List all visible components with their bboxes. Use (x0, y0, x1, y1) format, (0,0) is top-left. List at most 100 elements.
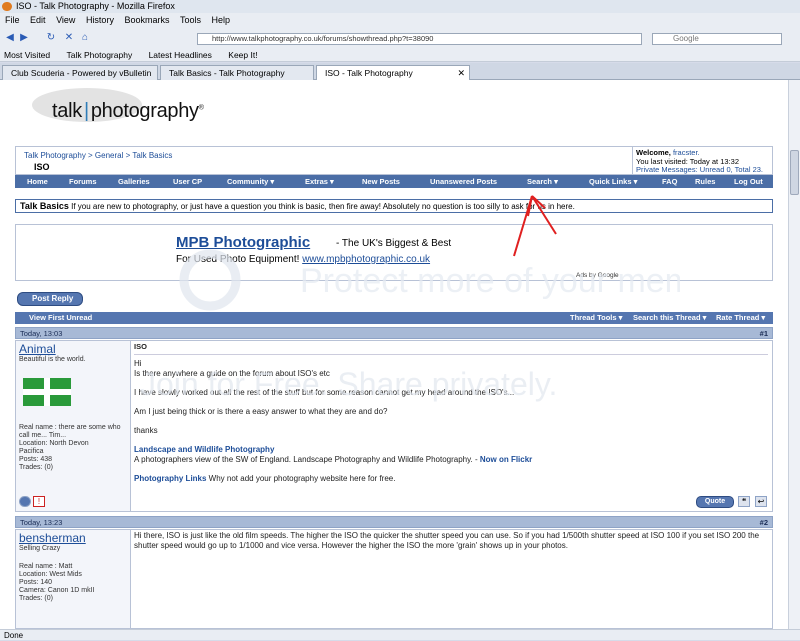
nav-home[interactable]: Home (27, 175, 48, 188)
menu-edit[interactable]: Edit (30, 15, 46, 25)
nav-community[interactable]: Community ▾ (227, 175, 274, 188)
menu-bookmarks[interactable]: Bookmarks (124, 15, 169, 25)
multiquote-icon[interactable]: ❝ (738, 496, 750, 507)
tab-iso[interactable]: ISO - Talk Photography ✕ (316, 65, 470, 80)
post-reply-button[interactable]: Post Reply (17, 292, 83, 306)
breadcrumb[interactable]: Talk Photography > General > Talk Basics (24, 151, 172, 160)
post-number[interactable]: #1 (760, 328, 768, 340)
ad-banner[interactable]: MPB Photographic - The UK's Biggest & Be… (15, 224, 773, 281)
welcome-box: Welcome, fracster. You last visited: Tod… (633, 146, 773, 175)
stop-icon[interactable]: ✕ (63, 32, 75, 44)
site-logo[interactable]: talk | photography® (52, 100, 204, 123)
user-info-pane: bensherman Selling Crazy Real name : Mat… (16, 530, 131, 628)
report-post-icon[interactable]: ! (33, 496, 45, 507)
flickr-link[interactable]: Now on Flickr (480, 455, 532, 464)
menu-tools[interactable]: Tools (180, 15, 201, 25)
tab-label: Club Scuderia - Powered by vBulletin (11, 68, 152, 78)
reload-icon[interactable]: ↻ (45, 32, 57, 44)
user-posts: Posts: 140 (19, 579, 53, 586)
post-date: Today, 13:03 (20, 329, 63, 338)
search-input[interactable]: Google (652, 33, 782, 45)
ad-title[interactable]: MPB Photographic (176, 234, 310, 251)
post: Animal Beautiful is the world. Real name… (15, 340, 773, 512)
home-icon[interactable]: ⌂ (79, 32, 91, 44)
bookmark-talk-photography[interactable]: Talk Photography (67, 50, 133, 60)
nav-log-out[interactable]: Log Out (734, 175, 763, 188)
thread-tools-menu[interactable]: Thread Tools ▾ (570, 312, 622, 324)
nav-search[interactable]: Search ▾ (527, 175, 558, 188)
logo-text-photography: photography (90, 100, 199, 122)
forum-description-text: If you are new to photography, or just h… (71, 202, 575, 211)
post-title: ISO (134, 342, 768, 355)
signature-title[interactable]: Landscape and Wildlife Photography (134, 445, 768, 455)
bookmark-latest-headlines[interactable]: Latest Headlines (149, 50, 212, 60)
ad-url-link[interactable]: www.mpbphotographic.co.uk (302, 254, 430, 265)
user-online-icon[interactable] (19, 496, 31, 507)
quick-reply-icon[interactable]: ↩ (755, 496, 767, 507)
post-author[interactable]: bensherman (19, 531, 127, 545)
nav-galleries[interactable]: Galleries (118, 175, 150, 188)
post-line: thanks (134, 426, 158, 435)
post-author[interactable]: Animal (19, 342, 127, 356)
nav-unanswered-posts[interactable]: Unanswered Posts (430, 175, 497, 188)
ad-line2-text: For Used Photo Equipment! (176, 254, 303, 265)
status-text: Done (4, 631, 24, 640)
close-tab-icon[interactable]: ✕ (457, 66, 465, 80)
post-line: Is there anywhere a guide on the forum a… (134, 369, 330, 378)
back-icon[interactable]: ◀ (4, 32, 16, 44)
forum-name: Talk Basics (20, 201, 69, 211)
menu-history[interactable]: History (86, 15, 114, 25)
user-trades: Trades: (0) (19, 595, 53, 602)
window-titlebar: ISO - Talk Photography - Mozilla Firefox (0, 0, 800, 13)
tab-talk-basics[interactable]: Talk Basics - Talk Photography (160, 65, 314, 80)
nav-new-posts[interactable]: New Posts (362, 175, 400, 188)
forum-description: Talk Basics If you are new to photograph… (15, 199, 773, 213)
post-reply-label: Post Reply (32, 294, 74, 303)
tab-club-scuderia[interactable]: Club Scuderia - Powered by vBulletin (2, 65, 158, 80)
post-header: Today, 13:03 #1 (15, 327, 773, 339)
menu-help[interactable]: Help (212, 15, 231, 25)
url-bar[interactable]: http://www.talkphotography.co.uk/forums/… (197, 33, 642, 45)
bookmarks-toolbar: Most Visited Talk Photography Latest Hea… (0, 48, 800, 62)
user-title: Beautiful is the world. (19, 356, 86, 363)
ads-by-google[interactable]: Ads by Google (576, 272, 619, 279)
tab-label: Talk Basics - Talk Photography (169, 68, 285, 78)
nav-user-cp[interactable]: User CP (173, 175, 202, 188)
rate-thread-menu[interactable]: Rate Thread ▾ (716, 312, 765, 324)
ad-title-text[interactable]: MPB Photographic (176, 234, 310, 251)
firefox-icon (2, 2, 12, 11)
avatar (23, 378, 71, 406)
bookmark-keep-it[interactable]: Keep It! (228, 50, 257, 60)
nav-quick-links[interactable]: Quick Links ▾ (589, 175, 637, 188)
tab-strip: Club Scuderia - Powered by vBulletin Tal… (0, 63, 800, 80)
signature-text-body: A photographers view of the SW of Englan… (134, 455, 480, 464)
nav-faq[interactable]: FAQ (662, 175, 677, 188)
search-thread-menu[interactable]: Search this Thread ▾ (633, 312, 706, 324)
post-date: Today, 13:23 (20, 518, 63, 527)
menu-view[interactable]: View (56, 15, 75, 25)
post-number[interactable]: #2 (760, 517, 768, 529)
user-real-name: Real name : Matt (19, 563, 73, 570)
signature-links: Photography Links Why not add your photo… (134, 474, 768, 484)
menu-bar: File Edit View History Bookmarks Tools H… (0, 13, 800, 28)
ad-tagline: - The UK's Biggest & Best (336, 238, 452, 249)
post-line: Am I just being thick or is there a easy… (134, 407, 388, 416)
photography-links-link[interactable]: Photography Links (134, 474, 206, 483)
breadcrumb-box: Talk Photography > General > Talk Basics… (15, 146, 633, 175)
private-messages-link[interactable]: Private Messages: Unread 0, Total 23. (636, 165, 763, 174)
forward-icon[interactable]: ▶ (18, 32, 30, 44)
logo-mark: ® (198, 104, 204, 112)
quote-label: Quote (704, 498, 726, 505)
scrollbar-thumb[interactable] (790, 150, 799, 195)
bookmark-most-visited[interactable]: Most Visited (4, 50, 50, 60)
nav-forums[interactable]: Forums (69, 175, 97, 188)
user-location: Location: West Mids (19, 571, 82, 578)
user-location: Location: North Devon (19, 440, 89, 447)
post-message: Hi there, ISO is just like the old film … (134, 531, 768, 560)
nav-extras[interactable]: Extras ▾ (305, 175, 334, 188)
menu-file[interactable]: File (5, 15, 20, 25)
quote-button[interactable]: Quote (696, 496, 734, 508)
user-extra: Pacifica (19, 448, 44, 455)
view-first-unread-link[interactable]: View First Unread (29, 312, 92, 324)
nav-rules[interactable]: Rules (695, 175, 715, 188)
